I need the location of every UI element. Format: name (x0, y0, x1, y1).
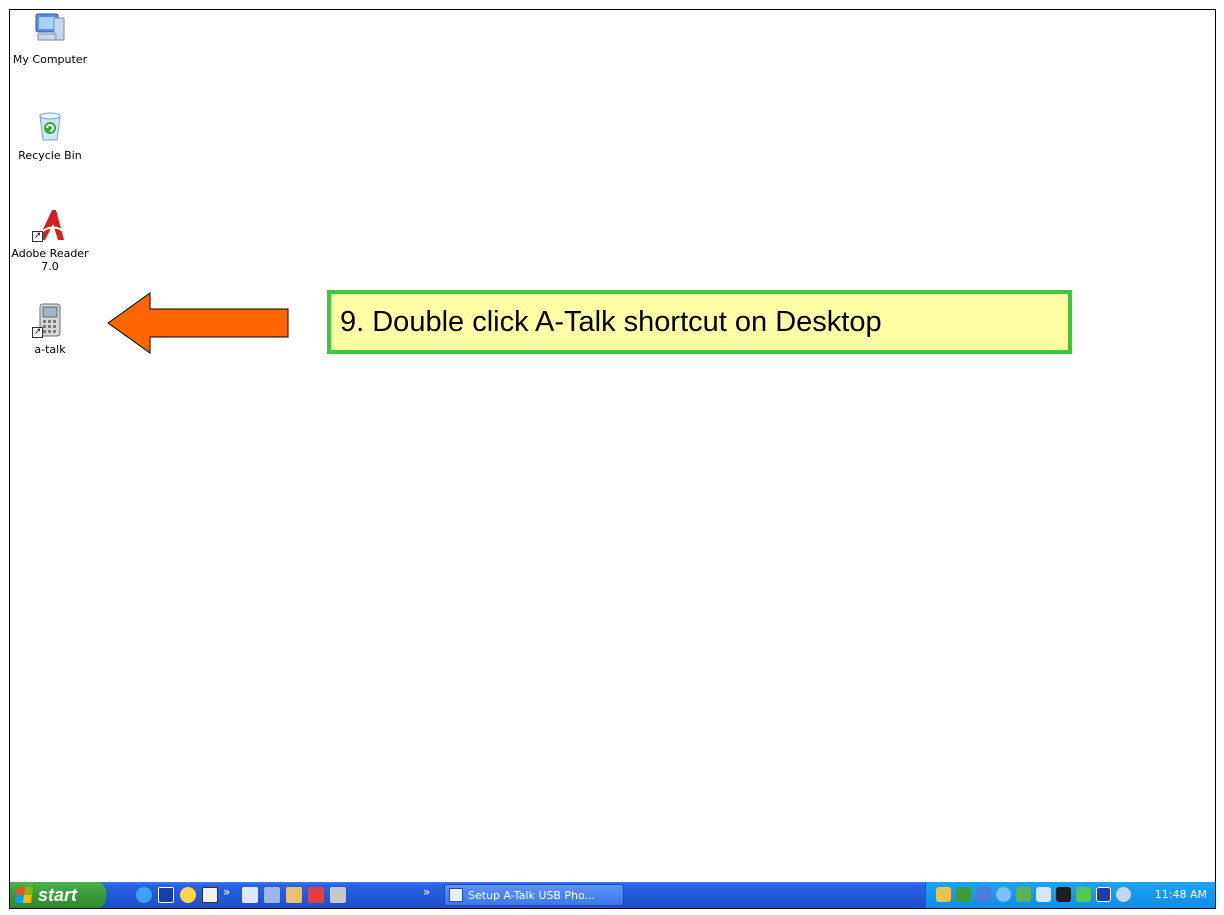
ve-tray-icon[interactable] (1096, 887, 1111, 902)
ve-icon[interactable] (158, 887, 174, 903)
clock-icon[interactable] (180, 887, 196, 903)
desktop-icon-label: Recycle Bin (18, 149, 82, 162)
task-button-setup[interactable]: Setup A-Talk USB Pho... (444, 884, 624, 906)
task-button-label: Setup A-Talk USB Pho... (468, 888, 596, 902)
app-icon[interactable] (202, 887, 218, 903)
clock[interactable]: 11:48 AM (1155, 888, 1207, 901)
volume-icon[interactable] (1056, 887, 1071, 902)
desktop-icon-label: My Computer (12, 53, 88, 66)
key-icon[interactable] (936, 887, 951, 902)
instruction-callout: 9. Double click A-Talk shortcut on Deskt… (327, 290, 1072, 354)
adobe-reader-icon: ↗ (32, 206, 68, 242)
globe-icon[interactable] (996, 887, 1011, 902)
printer-icon[interactable] (242, 887, 258, 903)
desktop-icon-adobe-reader[interactable]: ↗ Adobe Reader 7.0 (10, 206, 90, 273)
shield-icon[interactable] (308, 887, 324, 903)
network-icon[interactable] (956, 887, 971, 902)
windows-flag-icon (14, 887, 34, 903)
sync-icon[interactable] (976, 887, 991, 902)
desktop-icon-my-computer[interactable]: My Computer (10, 12, 90, 66)
system-tray: 11:48 AM (925, 882, 1215, 908)
usb-icon[interactable] (1036, 887, 1051, 902)
paint-icon[interactable] (286, 887, 302, 903)
taskbar: start » » Setup A-Talk USB Pho... 11:48 … (10, 882, 1215, 908)
user-icon[interactable] (330, 887, 346, 903)
recycle-bin-icon (32, 108, 68, 144)
my-computer-icon (32, 12, 68, 48)
tool-icon[interactable] (264, 887, 280, 903)
left-arrow-icon (107, 292, 289, 354)
setup-window-icon (449, 888, 463, 902)
settings-icon[interactable] (1116, 887, 1131, 902)
desktop-icon-label: a-talk (34, 343, 66, 356)
internet-explorer-icon[interactable] (136, 887, 152, 903)
chevron-icon[interactable]: » (223, 885, 230, 899)
a-talk-phone-icon: ↗ (32, 302, 68, 338)
battery-icon[interactable] (1076, 887, 1091, 902)
instruction-text: 9. Double click A-Talk shortcut on Deskt… (340, 305, 882, 338)
start-button[interactable]: start (10, 882, 106, 908)
desktop-icon-a-talk[interactable]: ↗ a-talk (10, 302, 90, 356)
messenger-icon[interactable] (1016, 887, 1031, 902)
desktop-icon-recycle-bin[interactable]: Recycle Bin (10, 108, 90, 162)
desktop-frame: My Computer Recycle Bin ↗ Adobe Reader 7… (9, 9, 1216, 909)
desktop-icon-label: Adobe Reader 7.0 (11, 247, 89, 273)
start-label: start (38, 884, 78, 905)
shortcut-arrow-icon: ↗ (32, 231, 43, 242)
shortcut-arrow-icon: ↗ (32, 327, 43, 338)
chevron-icon[interactable]: » (423, 885, 430, 899)
